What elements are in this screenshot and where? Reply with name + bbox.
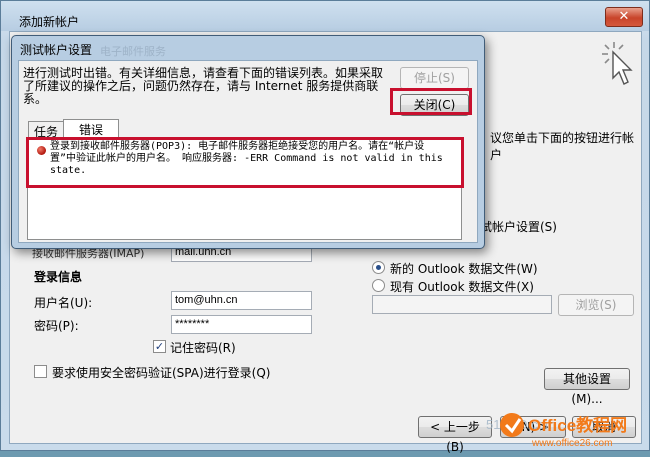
login-section-title: 登录信息 [34, 270, 83, 284]
new-outlook-file-label: 新的 Outlook 数据文件(W) [390, 262, 538, 276]
close-button-highlight [390, 88, 472, 115]
watermark-brand: Office教程网 [528, 415, 627, 435]
username-input[interactable]: tom@uhn.cn [171, 291, 312, 310]
more-settings-button[interactable]: 其他设置(M)... [544, 368, 630, 406]
add-account-titlebar: 添加新帐户 ✕ [1, 1, 649, 31]
spa-label: 要求使用安全密码验证(SPA)进行登录(Q) [52, 366, 271, 380]
instruction-text: 议您单击下面的按钮进行帐户 [490, 131, 635, 162]
remember-password-label: 记住密码(R) [170, 341, 236, 355]
test-settings-button[interactable]: 试帐户设置(S) [480, 218, 557, 235]
password-input[interactable]: ******** [171, 315, 312, 334]
dialog-title: 测试帐户设置 [20, 43, 93, 57]
dialog-message: 进行测试时出错。有关详细信息，请查看下面的错误列表。如果采取了所建议的操作之后，… [23, 66, 384, 106]
office-logo-icon [500, 413, 524, 437]
dialog-ghost-title: 电子邮件服务 [100, 45, 166, 58]
existing-outlook-file-radio[interactable] [372, 279, 385, 292]
error-icon [37, 146, 46, 155]
watermark-url: www.office26.com [531, 438, 612, 449]
add-account-title: 添加新帐户 [19, 15, 80, 29]
data-file-path-field[interactable] [372, 295, 552, 314]
cursor-icon [602, 42, 633, 85]
stop-button[interactable]: 停止(S) [400, 67, 469, 89]
spa-checkbox[interactable] [34, 365, 47, 378]
browse-button[interactable]: 浏览(S) [558, 294, 634, 316]
close-window-button[interactable]: ✕ [605, 7, 643, 27]
new-outlook-file-radio[interactable] [372, 261, 385, 274]
existing-outlook-file-label: 现有 Outlook 数据文件(X) [390, 280, 534, 294]
site-watermark: 51CTO.com Office教程网 www.office26.com [486, 413, 627, 449]
error-message[interactable]: 登录到接收邮件服务器(POP3): 电子邮件服务器拒绝接受您的用户名。请在“帐户… [50, 141, 450, 177]
remember-password-checkbox[interactable]: ✓ [153, 340, 166, 353]
username-label: 用户名(U): [34, 296, 93, 310]
password-label: 密码(P): [34, 319, 79, 333]
